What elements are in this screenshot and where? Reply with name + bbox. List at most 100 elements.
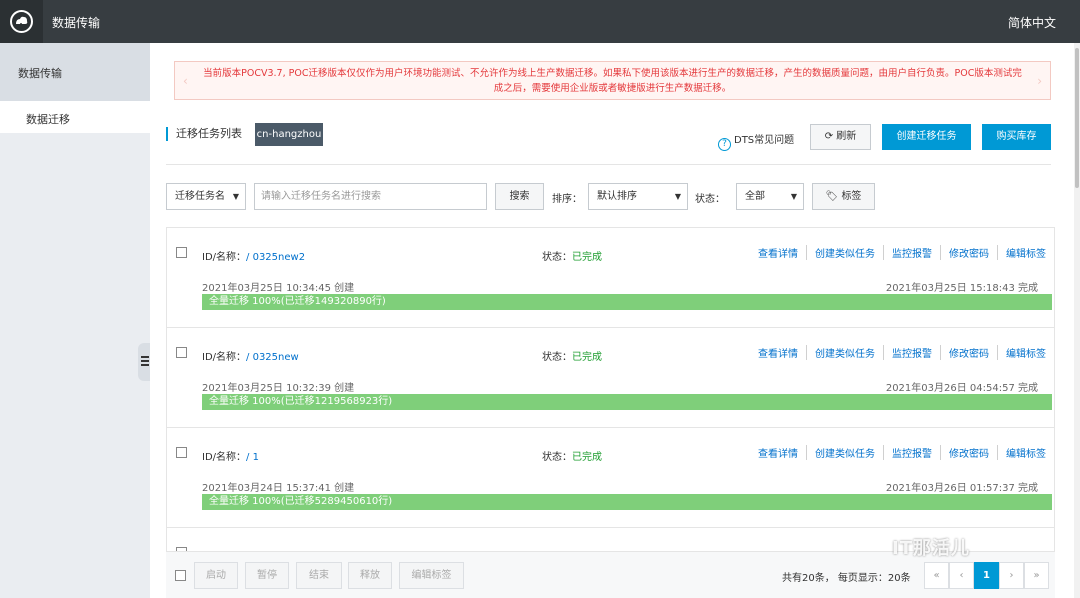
view-details-link[interactable]: 查看详情: [750, 445, 806, 460]
refresh-icon: ⟳: [824, 131, 834, 142]
start-button[interactable]: 启动: [194, 562, 238, 589]
task-status: 状态：已完成: [542, 252, 602, 263]
tag-icon: 🏷: [825, 191, 839, 202]
task-checkbox[interactable]: [176, 247, 187, 258]
end-button[interactable]: 结束: [296, 562, 342, 589]
status-select[interactable]: 全部 ▼: [736, 183, 804, 210]
edit-tag-link[interactable]: 编辑标签: [997, 345, 1054, 360]
task-card: ID/名称：/ 1 状态：已完成 查看详情 创建类似任务 监控报警 修改密码 编辑标签 …: [166, 427, 1055, 527]
refresh-label: 刷新: [836, 131, 857, 142]
caret-down-icon: ▼: [674, 192, 681, 201]
page-title: 迁移任务列表: [166, 127, 242, 141]
view-details-link[interactable]: 查看详情: [750, 245, 806, 260]
app-title: 数据传输: [52, 16, 101, 30]
monitor-alarm-link[interactable]: 监控报警: [883, 445, 940, 460]
page-scrollbar[interactable]: [1074, 43, 1080, 598]
release-button[interactable]: 释放: [348, 562, 392, 589]
sidebar: 数据传输 数据迁移: [0, 43, 152, 598]
monitor-alarm-link[interactable]: 监控报警: [883, 245, 940, 260]
sort-value: 默认排序: [597, 191, 637, 202]
top-bar: 数据传输 简体中文: [0, 0, 1080, 43]
task-name-link[interactable]: / 0325new: [246, 352, 299, 363]
progress-bar: 全量迁移 100%(已迁移1219568923行): [202, 394, 1052, 410]
create-similar-task-link[interactable]: 创建类似任务: [806, 445, 883, 460]
chevron-right-icon: ›: [1037, 74, 1042, 88]
select-all-checkbox[interactable]: [175, 570, 186, 581]
divider: [166, 164, 1051, 165]
change-password-link[interactable]: 修改密码: [940, 445, 997, 460]
edit-tag-button[interactable]: 编辑标签: [399, 562, 464, 589]
next-page-button[interactable]: ›: [999, 562, 1024, 589]
poc-warning-notice: ‹ 当前版本POCV3.7, POC迁移版本仅仅作为用户环境功能测试、不允许作为…: [174, 61, 1051, 100]
monitor-alarm-link[interactable]: 监控报警: [883, 345, 940, 360]
search-button[interactable]: 搜索: [495, 183, 544, 210]
view-details-link[interactable]: 查看详情: [750, 345, 806, 360]
status-label: 状态：: [695, 194, 725, 205]
scrollbar-thumb[interactable]: [1075, 48, 1079, 188]
tag-label: 标签: [841, 191, 862, 202]
task-status: 状态：已完成: [542, 452, 602, 463]
task-created-time: 2021年03月25日 10:34:45 创建: [202, 283, 355, 294]
task-id: ID/名称：/ 0325new: [202, 352, 299, 363]
faq-label: DTS常见问题: [734, 135, 795, 146]
refresh-button[interactable]: ⟳ 刷新: [810, 124, 871, 150]
task-created-time: 2021年03月25日 10:32:39 创建: [202, 383, 355, 394]
task-actions: 查看详情 创建类似任务 监控报警 修改密码 编辑标签: [750, 345, 1054, 360]
watermark: IT那活儿: [892, 538, 970, 559]
progress-fill: 全量迁移 100%(已迁移149320890行): [202, 294, 1052, 310]
caret-down-icon: ▼: [790, 192, 797, 201]
main-content: ‹ 当前版本POCV3.7, POC迁移版本仅仅作为用户环境功能测试、不允许作为…: [150, 43, 1080, 598]
buy-inventory-button[interactable]: 购买库存: [982, 124, 1051, 150]
first-page-button[interactable]: «: [924, 562, 949, 589]
cloud-logo-icon[interactable]: [0, 0, 43, 43]
task-checkbox[interactable]: [176, 447, 187, 458]
task-finished-time: 2021年03月25日 15:18:43 完成: [885, 283, 1038, 294]
prev-page-button[interactable]: ‹: [949, 562, 974, 589]
task-finished-time: 2021年03月26日 01:57:37 完成: [885, 483, 1038, 494]
last-page-button[interactable]: »: [1024, 562, 1049, 589]
tag-button[interactable]: 🏷 标签: [812, 183, 875, 210]
change-password-link[interactable]: 修改密码: [940, 345, 997, 360]
region-selector[interactable]: cn-hangzhou: [255, 123, 323, 146]
change-password-link[interactable]: 修改密码: [940, 245, 997, 260]
language-switcher[interactable]: 简体中文: [1008, 14, 1056, 31]
task-created-time: 2021年03月24日 15:37:41 创建: [202, 483, 355, 494]
task-id: ID/名称：/ 1: [202, 452, 259, 463]
faq-link[interactable]: ? DTS常见问题: [718, 131, 794, 151]
progress-bar: 全量迁移 100%(已迁移149320890行): [202, 294, 1052, 310]
create-similar-task-link[interactable]: 创建类似任务: [806, 245, 883, 260]
progress-fill: 全量迁移 100%(已迁移1219568923行): [202, 394, 1052, 410]
task-card: ID/名称：/ 0325new 状态：已完成 查看详情 创建类似任务 监控报警 修改密…: [166, 327, 1055, 427]
task-id: ID/名称：/ 0325new2: [202, 252, 306, 263]
task-actions: 查看详情 创建类似任务 监控报警 修改密码 编辑标签: [750, 445, 1054, 460]
notice-text: 当前版本POCV3.7, POC迁移版本仅仅作为用户环境功能测试、不允许作为线上…: [203, 68, 1022, 94]
sort-select[interactable]: 默认排序 ▼: [588, 183, 688, 210]
create-migration-task-button[interactable]: 创建迁移任务: [882, 124, 971, 150]
sidebar-item-data-migration[interactable]: 数据迁移: [0, 101, 150, 133]
search-input[interactable]: 请输入迁移任务名进行搜索: [254, 183, 487, 210]
task-name-link[interactable]: / 0325new2: [246, 252, 305, 263]
menu-icon: [141, 356, 149, 358]
pagination-summary: 共有20条， 每页显示：20条: [782, 573, 911, 584]
edit-tag-link[interactable]: 编辑标签: [997, 245, 1054, 260]
progress-fill: 全量迁移 100%(已迁移5289450610行): [202, 494, 1052, 510]
search-field-value: 迁移任务名: [175, 191, 225, 202]
sort-label: 排序：: [552, 194, 582, 205]
task-card: ID/名称：/ 0325new2 状态：已完成 查看详情 创建类似任务 监控报警 修改…: [166, 227, 1055, 327]
task-finished-time: 2021年03月26日 04:54:57 完成: [885, 383, 1038, 394]
page-1-button[interactable]: 1: [974, 562, 999, 589]
create-similar-task-link[interactable]: 创建类似任务: [806, 345, 883, 360]
search-field-select[interactable]: 迁移任务名 ▼: [166, 183, 246, 210]
chevron-left-icon: ‹: [183, 74, 188, 88]
task-status: 状态：已完成: [542, 352, 602, 363]
question-icon: ?: [718, 138, 731, 151]
status-value: 全部: [745, 191, 765, 202]
task-actions: 查看详情 创建类似任务 监控报警 修改密码 编辑标签: [750, 245, 1054, 260]
task-checkbox[interactable]: [176, 347, 187, 358]
pause-button[interactable]: 暂停: [245, 562, 289, 589]
progress-bar: 全量迁移 100%(已迁移5289450610行): [202, 494, 1052, 510]
sidebar-section-title: 数据传输: [0, 43, 150, 101]
edit-tag-link[interactable]: 编辑标签: [997, 445, 1054, 460]
caret-down-icon: ▼: [232, 192, 239, 201]
task-name-link[interactable]: / 1: [246, 452, 259, 463]
